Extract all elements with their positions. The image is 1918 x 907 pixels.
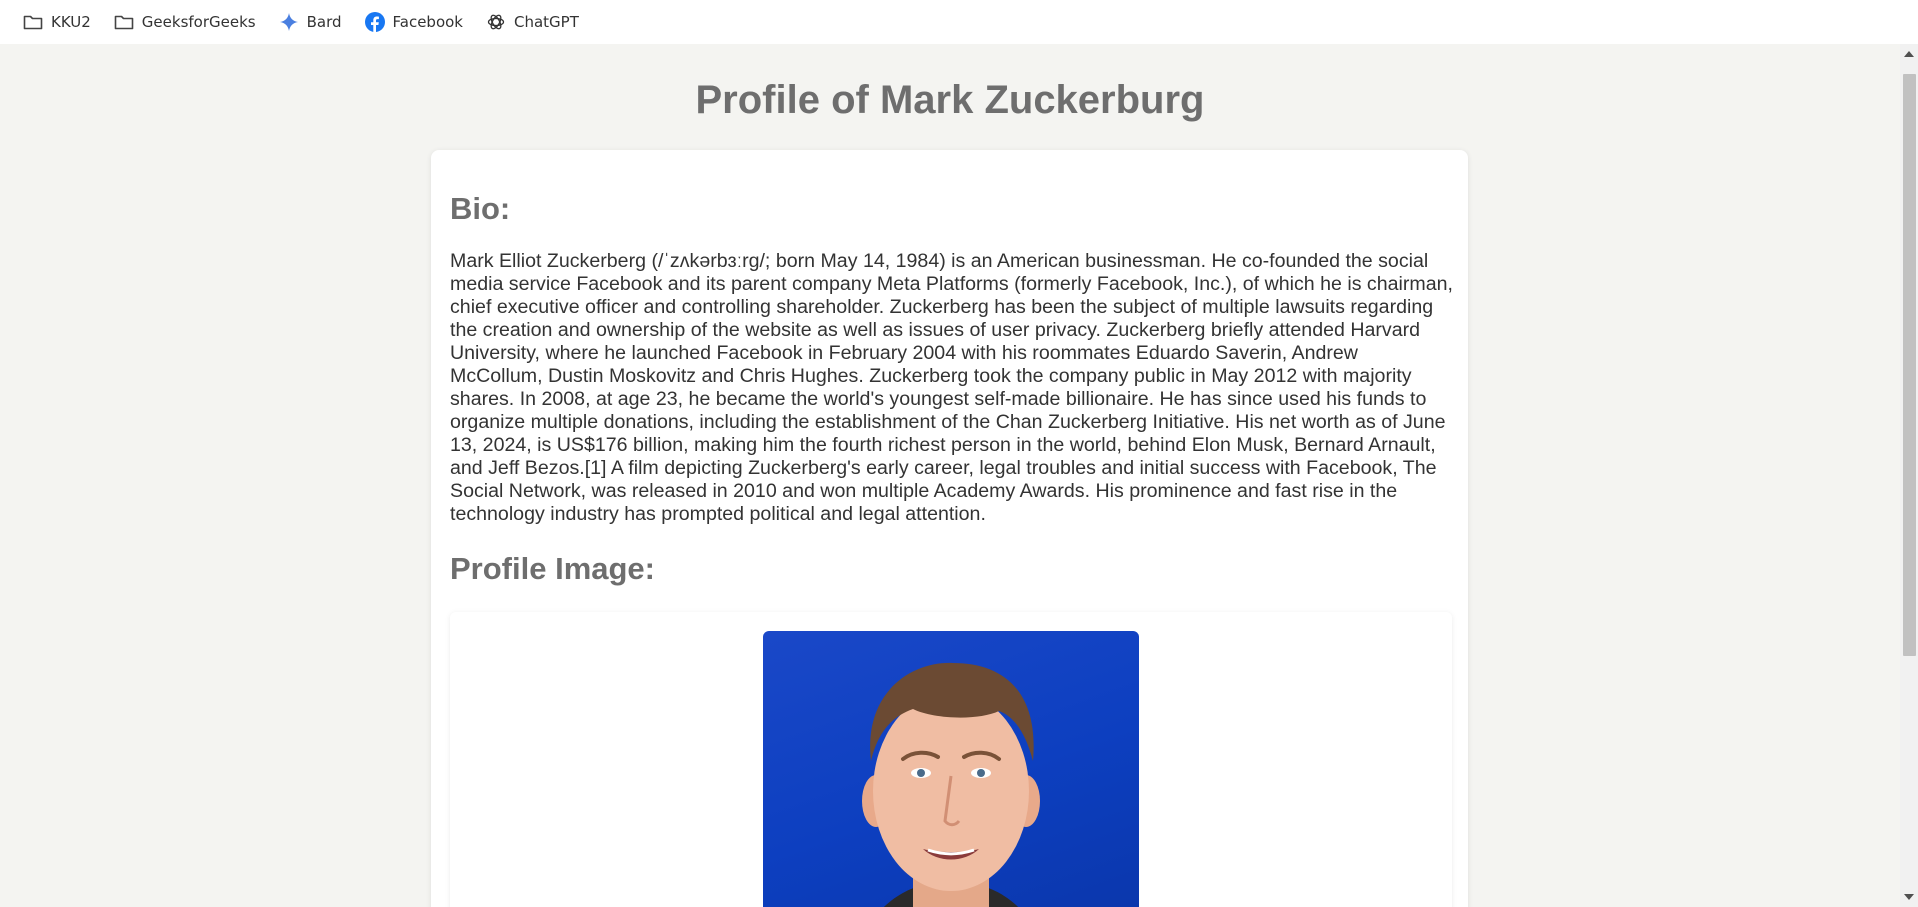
profile-image-container (450, 612, 1452, 907)
chatgpt-icon (485, 11, 507, 33)
page-viewport: Profile of Mark Zuckerburg Bio: Mark Ell… (0, 44, 1900, 907)
bookmarks-bar: KKU2 GeeksforGeeks Bard Facebook ChatGPT (0, 0, 1918, 44)
bookmark-label: GeeksforGeeks (141, 13, 256, 31)
scrollbar-thumb[interactable] (1903, 74, 1916, 656)
bookmark-label: Facebook (392, 13, 463, 31)
bio-text: Mark Elliot Zuckerberg (/ˈzʌkərbɜːrɡ/; b… (450, 250, 1453, 525)
bookmark-chatgpt[interactable]: ChatGPT (479, 7, 585, 37)
scroll-down-arrow-icon[interactable] (1900, 890, 1918, 904)
bookmark-label: ChatGPT (514, 13, 579, 31)
bookmark-label: KKU2 (51, 13, 91, 31)
bookmark-label: Bard (306, 13, 342, 31)
scroll-up-arrow-icon[interactable] (1900, 47, 1918, 61)
bookmark-facebook[interactable]: Facebook (358, 7, 469, 37)
profile-image-heading: Profile Image: (450, 551, 655, 586)
folder-icon (22, 11, 44, 33)
page-title: Profile of Mark Zuckerburg (695, 78, 1205, 122)
bookmark-bard[interactable]: Bard (272, 7, 348, 37)
profile-card: Bio: Mark Elliot Zuckerberg (/ˈzʌkərbɜːr… (431, 150, 1468, 907)
bookmark-geeksforgeeks[interactable]: GeeksforGeeks (107, 7, 262, 37)
profile-photo (763, 631, 1139, 907)
facebook-icon (364, 11, 386, 33)
page-scrollbar[interactable] (1900, 44, 1918, 907)
bard-sparkle-icon (278, 11, 300, 33)
bio-heading: Bio: (450, 191, 511, 226)
bookmark-kku2[interactable]: KKU2 (16, 7, 97, 37)
folder-icon (113, 11, 135, 33)
